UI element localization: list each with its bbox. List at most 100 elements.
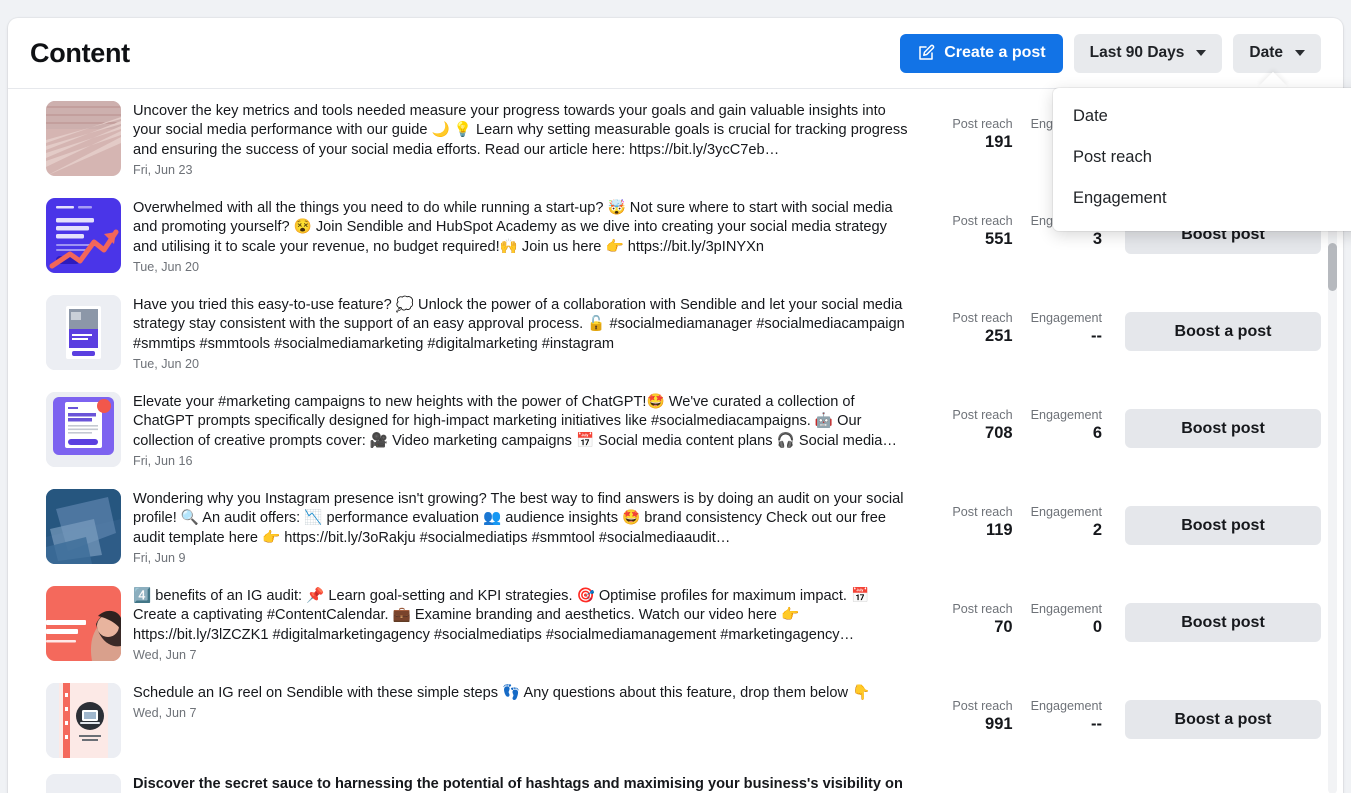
post-body: Elevate your #marketing campaigns to new… <box>121 392 945 468</box>
post-reach-value: 551 <box>985 230 1013 248</box>
post-date: Fri, Jun 16 <box>133 454 193 469</box>
post-reach-value: 119 <box>985 521 1013 539</box>
chevron-down-icon <box>1295 50 1305 56</box>
post-thumbnail <box>46 101 121 176</box>
post-text: Schedule an IG reel on Sendible with the… <box>133 685 871 701</box>
sort-dropdown-menu: Date Post reach Engagement <box>1053 88 1351 231</box>
boost-post-button[interactable]: Boost a post <box>1125 312 1321 351</box>
post-reach-label: Post reach <box>952 505 1013 519</box>
post-reach-label: Post reach <box>952 311 1013 325</box>
post-date: Tue, Jun 20 <box>133 260 200 275</box>
table-row[interactable]: 4️⃣ benefits of an IG audit: 📌 Learn goa… <box>8 574 1343 671</box>
post-date: Wed, Jun 7 <box>133 648 197 663</box>
post-reach-label: Post reach <box>952 699 1013 713</box>
post-thumbnail <box>46 774 121 793</box>
post-reach-value: 251 <box>985 327 1013 345</box>
post-stats: Post reach 70 Engagement 0 <box>945 586 1102 637</box>
dropdown-item-post-reach[interactable]: Post reach <box>1053 137 1351 178</box>
engagement-label: Engagement <box>1030 408 1102 422</box>
post-thumbnail <box>46 489 121 564</box>
engagement-stat: Engagement -- <box>1031 311 1102 346</box>
post-date: Tue, Jun 20 <box>133 357 200 372</box>
table-row[interactable]: Have you tried this easy-to-use feature?… <box>8 283 1343 380</box>
post-reach-stat: Post reach 70 <box>945 602 1013 637</box>
post-reach-value: 191 <box>985 133 1013 151</box>
post-thumbnail <box>46 198 121 273</box>
boost-post-button[interactable]: Boost post <box>1125 506 1321 545</box>
engagement-stat: Engagement 6 <box>1031 408 1102 443</box>
engagement-stat: Engagement -- <box>1031 699 1102 734</box>
post-reach-value: 70 <box>994 618 1013 636</box>
page-header: Content Create a post Last 90 Days Date <box>8 18 1343 89</box>
sort-by-button[interactable]: Date <box>1233 33 1321 73</box>
post-reach-value: 708 <box>985 424 1013 442</box>
compose-pencil-icon <box>917 44 935 62</box>
post-body: Wondering why you Instagram presence isn… <box>121 489 945 565</box>
post-stats: Post reach 991 Engagement -- <box>945 683 1102 734</box>
post-stats: Post reach 251 Engagement -- <box>945 295 1102 346</box>
create-post-button[interactable]: Create a post <box>900 33 1063 73</box>
post-thumbnail <box>46 392 121 467</box>
boost-post-button[interactable]: Boost post <box>1125 409 1321 448</box>
post-text: Uncover the key metrics and tools needed… <box>133 103 908 158</box>
scrollbar-thumb[interactable] <box>1328 243 1337 291</box>
post-stats: Post reach 708 Engagement 6 <box>945 392 1102 443</box>
engagement-value: 2 <box>1092 521 1102 539</box>
post-reach-stat: Post reach 991 <box>945 699 1013 734</box>
post-body: Overwhelmed with all the things you need… <box>121 198 945 274</box>
table-row[interactable]: Discover the secret sauce to harnessing … <box>8 768 1343 793</box>
post-reach-stat: Post reach 551 <box>945 214 1013 249</box>
engagement-value: -- <box>1091 327 1102 345</box>
post-body: Have you tried this easy-to-use feature?… <box>121 295 945 371</box>
post-reach-stat: Post reach 119 <box>945 505 1013 540</box>
engagement-stat: Engagement 2 <box>1031 505 1102 540</box>
post-date: Fri, Jun 9 <box>133 551 186 566</box>
create-post-label: Create a post <box>944 44 1046 61</box>
engagement-value: 0 <box>1092 618 1102 636</box>
engagement-label: Engagement <box>1030 311 1102 325</box>
post-text: 4️⃣ benefits of an IG audit: 📌 Learn goa… <box>133 588 870 643</box>
sort-by-label: Date <box>1249 44 1283 61</box>
table-row[interactable]: Elevate your #marketing campaigns to new… <box>8 380 1343 477</box>
date-range-filter-button[interactable]: Last 90 Days <box>1073 33 1223 73</box>
post-text: Wondering why you Instagram presence isn… <box>133 491 904 546</box>
post-reach-label: Post reach <box>952 117 1013 131</box>
post-text: Have you tried this easy-to-use feature?… <box>133 297 905 352</box>
post-body: Discover the secret sauce to harnessing … <box>121 774 1321 793</box>
post-text: Elevate your #marketing campaigns to new… <box>133 394 898 449</box>
dropdown-item-date[interactable]: Date <box>1053 96 1351 137</box>
post-reach-label: Post reach <box>952 602 1013 616</box>
post-body: 4️⃣ benefits of an IG audit: 📌 Learn goa… <box>121 586 945 662</box>
post-reach-stat: Post reach 708 <box>945 408 1013 443</box>
post-reach-value: 991 <box>985 715 1013 733</box>
dropdown-item-engagement[interactable]: Engagement <box>1053 178 1351 219</box>
post-reach-stat: Post reach 251 <box>945 311 1013 346</box>
engagement-label: Engagement <box>1030 602 1102 616</box>
post-reach-stat: Post reach 191 <box>945 117 1013 152</box>
post-text: Discover the secret sauce to harnessing … <box>133 776 903 792</box>
post-thumbnail <box>46 683 121 758</box>
date-range-label: Last 90 Days <box>1089 44 1185 61</box>
chevron-down-icon <box>1196 50 1207 56</box>
table-row[interactable]: Wondering why you Instagram presence isn… <box>8 477 1343 574</box>
post-body: Schedule an IG reel on Sendible with the… <box>121 683 945 720</box>
boost-post-button[interactable]: Boost post <box>1125 603 1321 642</box>
post-reach-label: Post reach <box>952 214 1013 228</box>
engagement-value: -- <box>1091 715 1102 733</box>
header-actions: Create a post Last 90 Days Date <box>900 33 1321 73</box>
post-thumbnail <box>46 295 121 370</box>
post-stats: Post reach 119 Engagement 2 <box>945 489 1102 540</box>
post-body: Uncover the key metrics and tools needed… <box>121 101 945 177</box>
engagement-value: 6 <box>1092 424 1102 442</box>
post-date: Wed, Jun 7 <box>133 706 197 721</box>
post-reach-label: Post reach <box>952 408 1013 422</box>
table-row[interactable]: Schedule an IG reel on Sendible with the… <box>8 671 1343 768</box>
page-title: Content <box>30 37 130 68</box>
engagement-stat: Engagement 0 <box>1031 602 1102 637</box>
engagement-label: Engagement <box>1030 505 1102 519</box>
boost-post-button[interactable]: Boost a post <box>1125 700 1321 739</box>
post-text: Overwhelmed with all the things you need… <box>133 200 893 255</box>
engagement-label: Engagement <box>1030 699 1102 713</box>
post-thumbnail <box>46 586 121 661</box>
app-root: Content Create a post Last 90 Days Date … <box>0 0 1351 793</box>
